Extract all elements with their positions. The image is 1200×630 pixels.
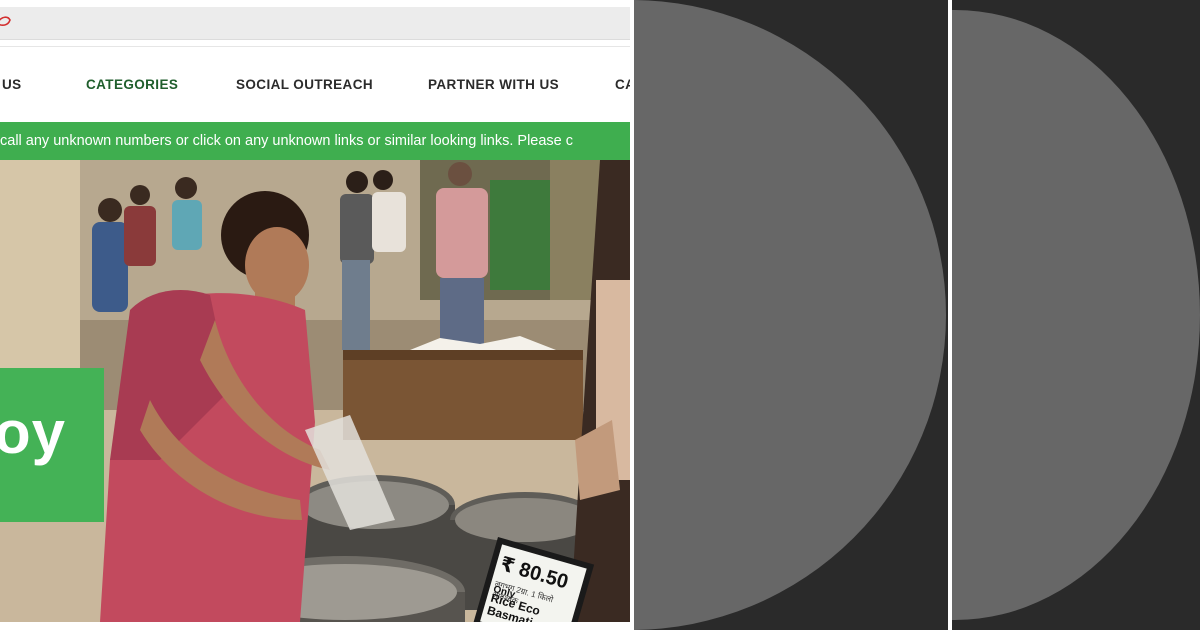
nav-item-categories[interactable]: CATEGORIES	[86, 47, 178, 123]
hero-headline: oy	[0, 399, 67, 466]
grey-disc-1	[634, 0, 946, 630]
website-screenshot: US CATEGORIES SOCIAL OUTREACH PARTNER WI…	[0, 0, 630, 630]
bottom-strip	[0, 622, 630, 630]
grey-disc-2	[952, 10, 1200, 620]
placeholder-panel-1	[634, 0, 948, 630]
address-bar[interactable]	[0, 7, 630, 40]
placeholder-panel-2	[952, 0, 1200, 630]
hero-image: oy ₹ 80.50 Only लगभग 2ग्रा. 1 किलो आवश्य…	[0, 160, 630, 622]
logo-fragment-icon	[0, 16, 11, 26]
nav-item-us[interactable]: US	[2, 47, 22, 123]
main-navigation: US CATEGORIES SOCIAL OUTREACH PARTNER WI…	[0, 46, 630, 123]
alert-banner-text: call any unknown numbers or click on any…	[0, 133, 574, 149]
nav-item-social-outreach[interactable]: SOCIAL OUTREACH	[236, 47, 373, 123]
nav-item-truncated[interactable]: CA	[615, 47, 630, 123]
nav-item-partner-with-us[interactable]: PARTNER WITH US	[428, 47, 559, 123]
alert-banner: call any unknown numbers or click on any…	[0, 122, 630, 160]
